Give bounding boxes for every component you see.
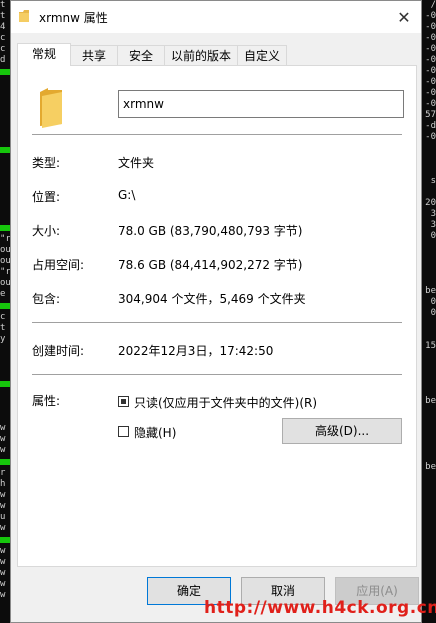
readonly-checkbox[interactable]	[118, 396, 129, 407]
close-button[interactable]: ✕	[387, 1, 421, 33]
contains-label: 包含:	[32, 292, 61, 306]
terminal-line: be	[425, 286, 436, 296]
tab-general[interactable]: 常规	[17, 43, 71, 66]
terminal-line: -0	[425, 22, 436, 32]
terminal-line: -0	[425, 77, 436, 87]
type-value: 文件夹	[118, 156, 155, 170]
folder-icon	[40, 88, 62, 128]
close-icon: ✕	[397, 7, 411, 27]
terminal-line: be	[425, 396, 436, 406]
tab-security[interactable]: 安全	[117, 45, 165, 65]
terminal-line: 3	[430, 220, 436, 230]
terminal-line: -0	[425, 11, 436, 21]
terminal-line: -0	[425, 88, 436, 98]
created-value: 2022年12月3日，17:42:50	[118, 344, 274, 358]
hidden-label[interactable]: 隐藏(H)	[134, 424, 176, 441]
folder-name-input[interactable]: xrmnw	[118, 90, 404, 118]
hidden-checkbox[interactable]	[118, 426, 129, 437]
terminal-line: 3	[430, 209, 436, 219]
terminal-progress-mark	[0, 459, 10, 465]
tab-previous-versions[interactable]: 以前的版本	[164, 45, 238, 65]
size-on-disk-label: 占用空间:	[32, 258, 85, 272]
terminal-line: 57	[425, 110, 436, 120]
terminal-line: 0	[430, 297, 436, 307]
title-bar: xrmnw 属性 ✕	[11, 1, 421, 33]
background-terminal-right: / -0 -0 -0 -0 -0 -0 -0 -0 -0 57 -d -0 s 20 3 3 0 be 0 0 1…	[422, 0, 436, 623]
size-value: 78.0 GB (83,790,480,793 字节)	[118, 224, 303, 238]
terminal-line: /	[430, 0, 436, 10]
terminal-line: be	[425, 462, 436, 472]
divider	[32, 322, 402, 323]
divider	[32, 134, 402, 135]
terminal-line: 15	[425, 341, 436, 351]
attributes-label: 属性:	[32, 394, 61, 408]
terminal-line: 20	[425, 198, 436, 208]
terminal-progress-mark	[0, 147, 10, 153]
terminal-line: s	[430, 176, 436, 186]
tab-sharing[interactable]: 共享	[70, 45, 118, 65]
terminal-progress-mark	[0, 69, 10, 75]
terminal-line: -0	[425, 99, 436, 109]
size-on-disk-value: 78.6 GB (84,414,902,272 字节)	[118, 258, 303, 272]
terminal-progress-mark	[0, 381, 10, 387]
tab-customize[interactable]: 自定义	[237, 45, 287, 65]
location-value: G:\	[118, 188, 136, 202]
terminal-line: -0	[425, 44, 436, 54]
general-panel: xrmnw 类型: 文件夹 位置: G:\ 大小: 78.0 GB (83,79…	[17, 65, 417, 567]
location-label: 位置:	[32, 190, 61, 204]
terminal-progress-mark	[0, 303, 10, 309]
terminal-line: -0	[425, 132, 436, 142]
terminal-line: -0	[425, 55, 436, 65]
terminal-line: -d	[425, 121, 436, 131]
readonly-label[interactable]: 只读(仅应用于文件夹中的文件)(R)	[134, 394, 317, 411]
terminal-line: 0	[430, 308, 436, 318]
terminal-progress-mark	[0, 537, 10, 543]
created-label: 创建时间:	[32, 344, 85, 358]
advanced-button[interactable]: 高级(D)...	[282, 418, 402, 444]
size-label: 大小:	[32, 224, 61, 238]
terminal-line: 0	[430, 231, 436, 241]
properties-dialog: xrmnw 属性 ✕ 常规 共享 安全 以前的版本 自定义 xrmnw 类型: …	[10, 0, 422, 623]
divider	[32, 374, 402, 375]
terminal-progress-mark	[0, 225, 10, 231]
terminal-line: -0	[425, 33, 436, 43]
type-label: 类型:	[32, 156, 61, 170]
folder-icon	[19, 10, 29, 22]
window-title: xrmnw 属性	[39, 11, 108, 25]
watermark-text: http://www.h4ck.org.cn	[204, 598, 436, 618]
contains-value: 304,904 个文件，5,469 个文件夹	[118, 292, 306, 306]
terminal-line: -0	[425, 66, 436, 76]
